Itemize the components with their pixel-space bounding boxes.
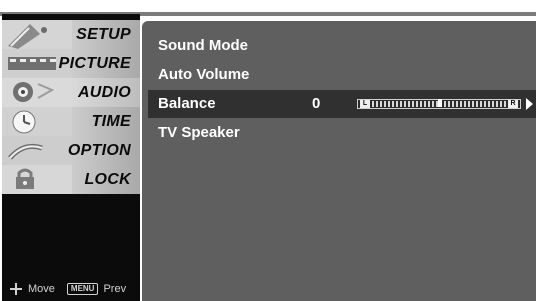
sidebar-item-lock[interactable]: LOCK bbox=[2, 165, 140, 194]
sidebar: SETUP PICTURE AUDIO TIME OPTION LOCK Mov… bbox=[2, 14, 140, 301]
sidebar-item-label: OPTION bbox=[67, 142, 131, 159]
balance-value: 0 bbox=[312, 95, 321, 112]
sidebar-item-label: PICTURE bbox=[58, 55, 131, 72]
lock-icon bbox=[2, 165, 72, 194]
menu-row-balance[interactable]: Balance 0 L R bbox=[148, 90, 536, 118]
sidebar-item-picture[interactable]: PICTURE bbox=[2, 49, 140, 78]
option-icon bbox=[2, 136, 72, 165]
clock-icon bbox=[2, 107, 72, 136]
move-hint-label: Move bbox=[28, 283, 55, 295]
speaker-icon bbox=[2, 78, 72, 107]
move-icon bbox=[10, 283, 22, 295]
menu-row-tv-speaker[interactable]: TV Speaker bbox=[148, 119, 536, 147]
arrow-right-icon[interactable] bbox=[526, 98, 533, 110]
balance-knob[interactable] bbox=[438, 99, 442, 107]
prev-hint-label: Prev bbox=[103, 283, 127, 295]
sidebar-item-time[interactable]: TIME bbox=[2, 107, 140, 136]
right-end-label: R bbox=[508, 100, 518, 108]
sidebar-item-setup[interactable]: SETUP bbox=[2, 20, 140, 49]
menu-row-label: Balance bbox=[158, 95, 216, 112]
sidebar-item-label: SETUP bbox=[76, 26, 131, 43]
menu-row-auto-volume[interactable]: Auto Volume bbox=[148, 61, 536, 89]
left-end-label: L bbox=[360, 100, 370, 108]
balance-slider[interactable]: L R bbox=[357, 99, 521, 109]
satellite-icon bbox=[2, 20, 72, 49]
menu-key-icon: MENU bbox=[66, 283, 99, 295]
menu-row-label: TV Speaker bbox=[158, 124, 240, 141]
sidebar-item-label: LOCK bbox=[84, 171, 131, 188]
navigation-hint: Move MENU Prev bbox=[10, 283, 126, 295]
audio-menu-panel: Sound Mode Auto Volume Balance 0 L R TV … bbox=[142, 21, 536, 301]
menu-row-sound-mode[interactable]: Sound Mode bbox=[148, 32, 536, 60]
sidebar-item-label: AUDIO bbox=[77, 84, 131, 101]
sidebar-item-option[interactable]: OPTION bbox=[2, 136, 140, 165]
menu-row-label: Auto Volume bbox=[158, 66, 250, 83]
sidebar-item-audio[interactable]: AUDIO bbox=[2, 78, 140, 107]
menu-row-label: Sound Mode bbox=[158, 37, 248, 54]
sidebar-item-label: TIME bbox=[91, 113, 131, 130]
